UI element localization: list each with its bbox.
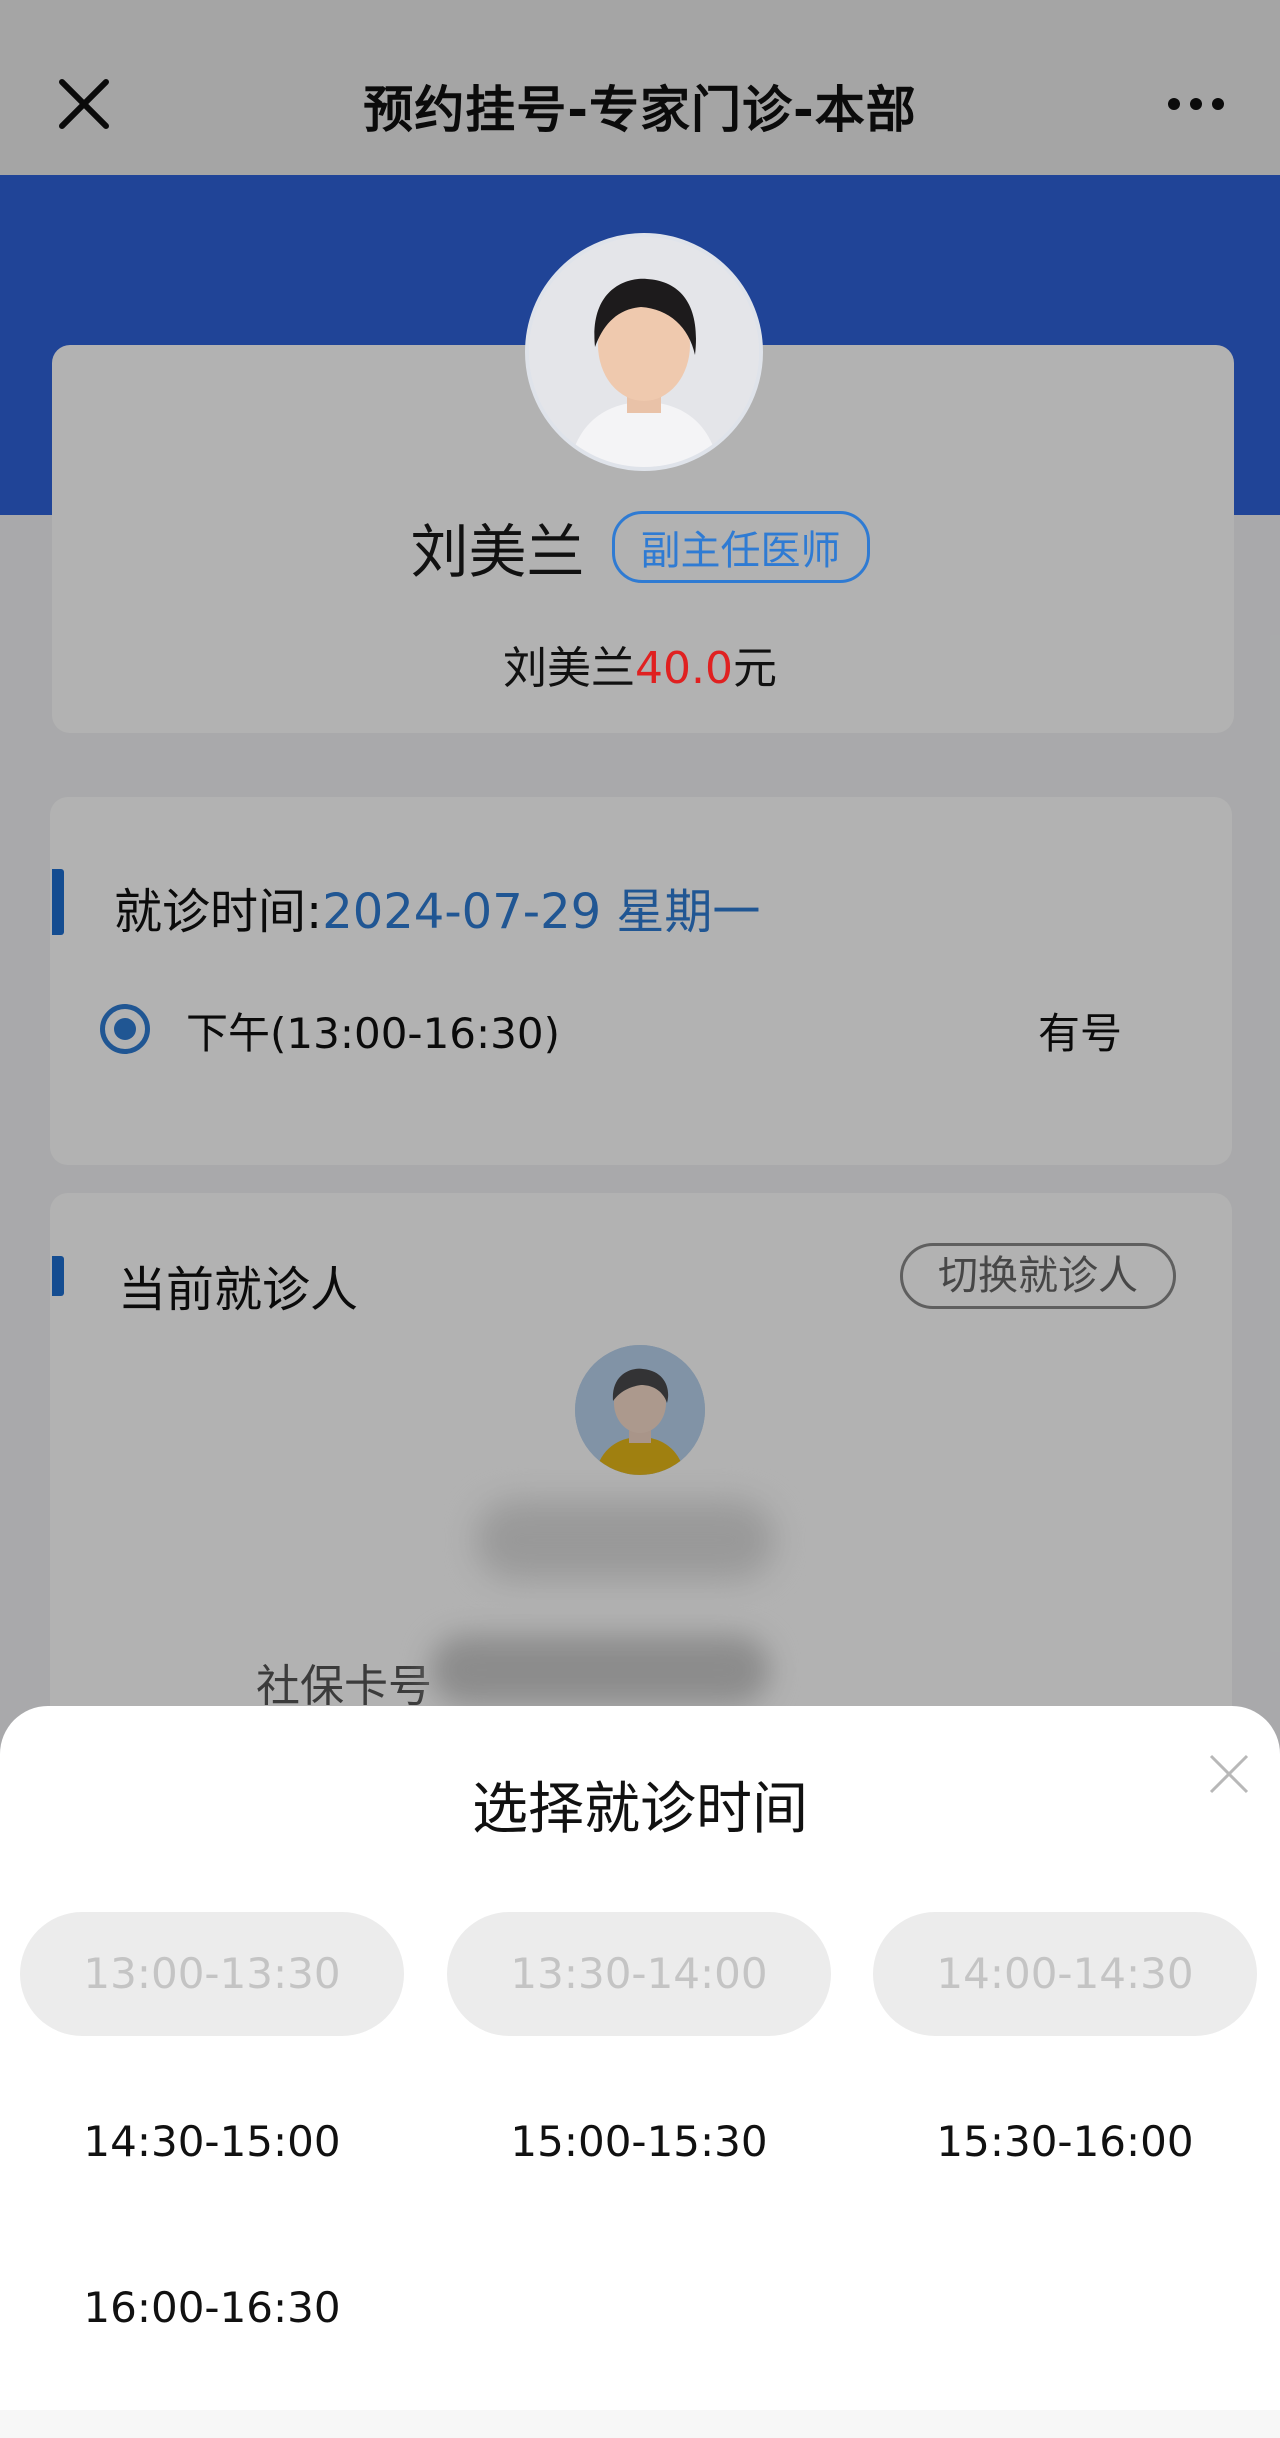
close-icon[interactable]: [1207, 1752, 1251, 1796]
time-slot: 13:00-13:30: [20, 1912, 404, 2036]
doctor-name: 刘美兰: [410, 518, 585, 586]
time-slot[interactable]: 14:30-15:00: [20, 2080, 404, 2204]
sheet-title: 选择就诊时间: [472, 1777, 808, 1842]
doctor-name-row: 刘美兰 副主任医师: [0, 505, 1280, 589]
time-picker-sheet: 选择就诊时间 13:00-13:30 13:30-14:00 14:00-14:…: [0, 1706, 1280, 2438]
bottom-strip: [0, 2410, 1280, 2438]
time-slot[interactable]: 16:00-16:30: [20, 2246, 404, 2370]
doctor-avatar: [525, 233, 763, 471]
time-slot[interactable]: 15:30-16:00: [873, 2080, 1257, 2204]
fee-amount: 40.0: [635, 643, 733, 694]
fee-row: 刘美兰40.0元: [0, 632, 1280, 696]
time-slot[interactable]: 15:00-15:30: [447, 2080, 831, 2204]
time-slot: 14:00-14:30: [873, 1912, 1257, 2036]
time-slot: 13:30-14:00: [447, 1912, 831, 2036]
fee-prefix: 刘美兰: [503, 643, 636, 694]
page: 预约挂号-专家门诊-本部 刘美兰 副主任医师 刘美兰40.0元 就诊时间:202…: [0, 0, 1280, 2438]
fee-unit: 元: [732, 643, 777, 694]
doctor-title-badge: 副主任医师: [611, 511, 870, 583]
